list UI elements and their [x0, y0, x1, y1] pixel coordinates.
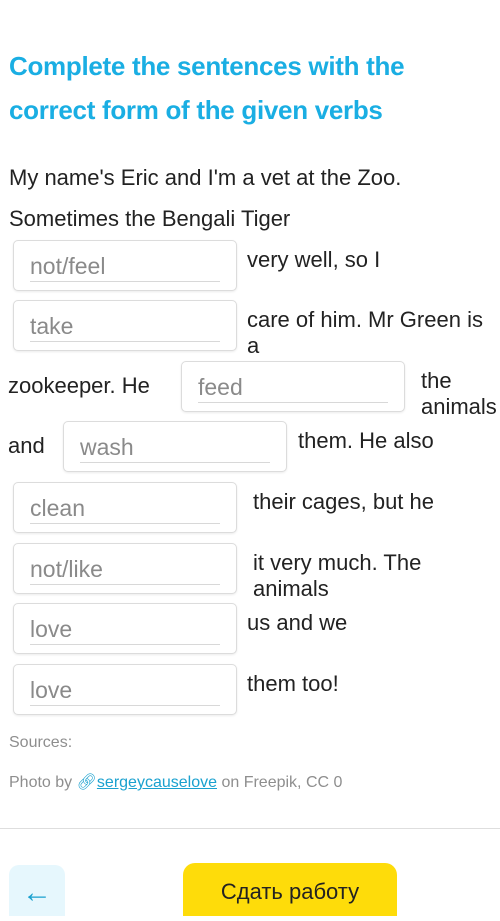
- sentence-text: them too!: [247, 671, 339, 696]
- sentence-text: the animals: [421, 368, 497, 419]
- sentence-text: their cages, but he: [253, 489, 435, 514]
- sentence-text: care of him. Mr Green is a: [247, 307, 483, 358]
- answer-box: clean: [13, 482, 237, 533]
- answer-box: love: [13, 603, 237, 654]
- page-title: Complete the sentences with the correct …: [9, 51, 405, 125]
- intro-line: My name's Eric and I'm a vet at the Zoo.: [9, 165, 402, 190]
- sentence-text: us and we: [247, 610, 348, 635]
- photo-credit: Photo by 🔗︎sergeycauselove on Freepik, C…: [9, 772, 495, 792]
- sources-label: Sources:: [9, 734, 73, 751]
- link-icon: 🔗︎: [76, 774, 97, 791]
- author-link[interactable]: sergeycauselove: [97, 774, 217, 791]
- back-button[interactable]: ←: [9, 865, 65, 916]
- sentence-text: it very much. The animals: [253, 550, 422, 601]
- answer-box: feed: [181, 361, 405, 412]
- answer-input[interactable]: [30, 311, 220, 342]
- sentence-text: very well, so I: [247, 247, 381, 272]
- arrow-left-icon: ←: [22, 876, 52, 909]
- answer-box: not/like: [13, 543, 237, 594]
- answer-box: love: [13, 664, 237, 715]
- answer-input[interactable]: [30, 493, 220, 524]
- answer-input[interactable]: [30, 554, 220, 585]
- answer-box: not/feel: [13, 240, 237, 291]
- sentence-text: zookeeper. He: [8, 373, 150, 398]
- answer-box: take: [13, 300, 237, 351]
- answer-input[interactable]: [30, 675, 220, 706]
- answer-input[interactable]: [30, 251, 220, 282]
- sentence-text: them. He also: [298, 428, 434, 453]
- answer-input[interactable]: [80, 432, 270, 463]
- answer-input[interactable]: [30, 614, 220, 645]
- sentence-text: and: [8, 433, 45, 458]
- credit-suffix: on Freepik, CC 0: [221, 774, 343, 791]
- intro-line: Sometimes the Bengali Tiger: [9, 206, 291, 231]
- answer-input[interactable]: [198, 372, 388, 403]
- divider: [0, 828, 500, 829]
- credit-prefix: Photo by: [9, 774, 73, 791]
- answer-box: wash: [63, 421, 287, 472]
- intro-text: My name's Eric and I'm a vet at the Zoo.…: [9, 157, 495, 239]
- submit-button[interactable]: Сдать работу: [183, 863, 397, 916]
